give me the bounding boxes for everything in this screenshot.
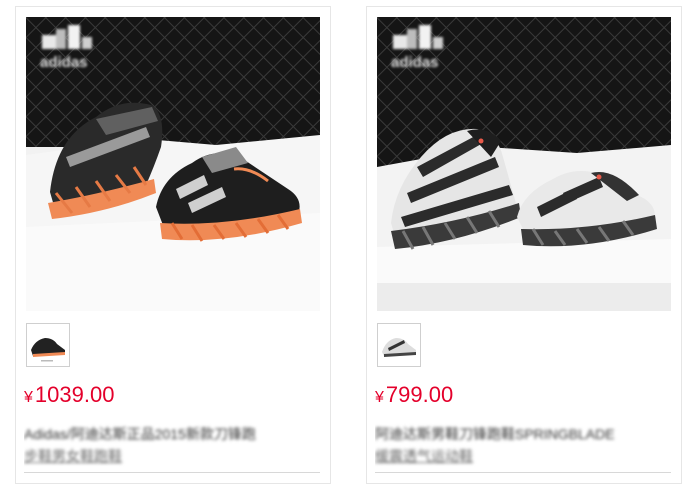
product-title-link[interactable]: Adidas/阿迪达斯正品2015新款刀锋跑 步鞋男女鞋跑鞋 bbox=[24, 423, 320, 471]
product-title-link[interactable]: 阿迪达斯男鞋刀锋跑鞋SPRINGBLADE 缓震透气运动鞋 bbox=[375, 423, 671, 471]
product-price: ¥799.00 bbox=[375, 381, 453, 412]
product-image[interactable]: adidas bbox=[377, 17, 671, 311]
shoe-photo-white: adidas bbox=[377, 17, 671, 311]
currency-symbol: ¥ bbox=[375, 389, 384, 406]
currency-symbol: ¥ bbox=[24, 389, 33, 406]
product-title-line-1[interactable]: 阿迪达斯男鞋刀锋跑鞋SPRINGBLADE bbox=[375, 423, 671, 445]
thumbnail[interactable] bbox=[26, 323, 70, 367]
product-title-line-2[interactable]: 步鞋男女鞋跑鞋 bbox=[24, 445, 320, 467]
card-divider bbox=[375, 472, 671, 473]
shoe-thumbnail-icon bbox=[378, 324, 420, 366]
thumbnail[interactable] bbox=[377, 323, 421, 367]
card-divider bbox=[24, 472, 320, 473]
svg-text:adidas: adidas bbox=[391, 54, 439, 71]
price-value: 799.00 bbox=[385, 382, 454, 407]
shoe-thumbnail-icon bbox=[27, 324, 69, 366]
price-value: 1039.00 bbox=[34, 382, 115, 407]
product-price: ¥1039.00 bbox=[24, 381, 114, 412]
shoe-photo-orange: adidas bbox=[26, 17, 320, 311]
product-card[interactable]: adidas bbox=[15, 6, 331, 484]
product-card[interactable]: adidas bbox=[366, 6, 682, 484]
product-title-line-1[interactable]: Adidas/阿迪达斯正品2015新款刀锋跑 bbox=[24, 423, 320, 445]
svg-text:adidas: adidas bbox=[40, 54, 88, 71]
product-title-line-2[interactable]: 缓震透气运动鞋 bbox=[375, 445, 671, 467]
product-image[interactable]: adidas bbox=[26, 17, 320, 311]
